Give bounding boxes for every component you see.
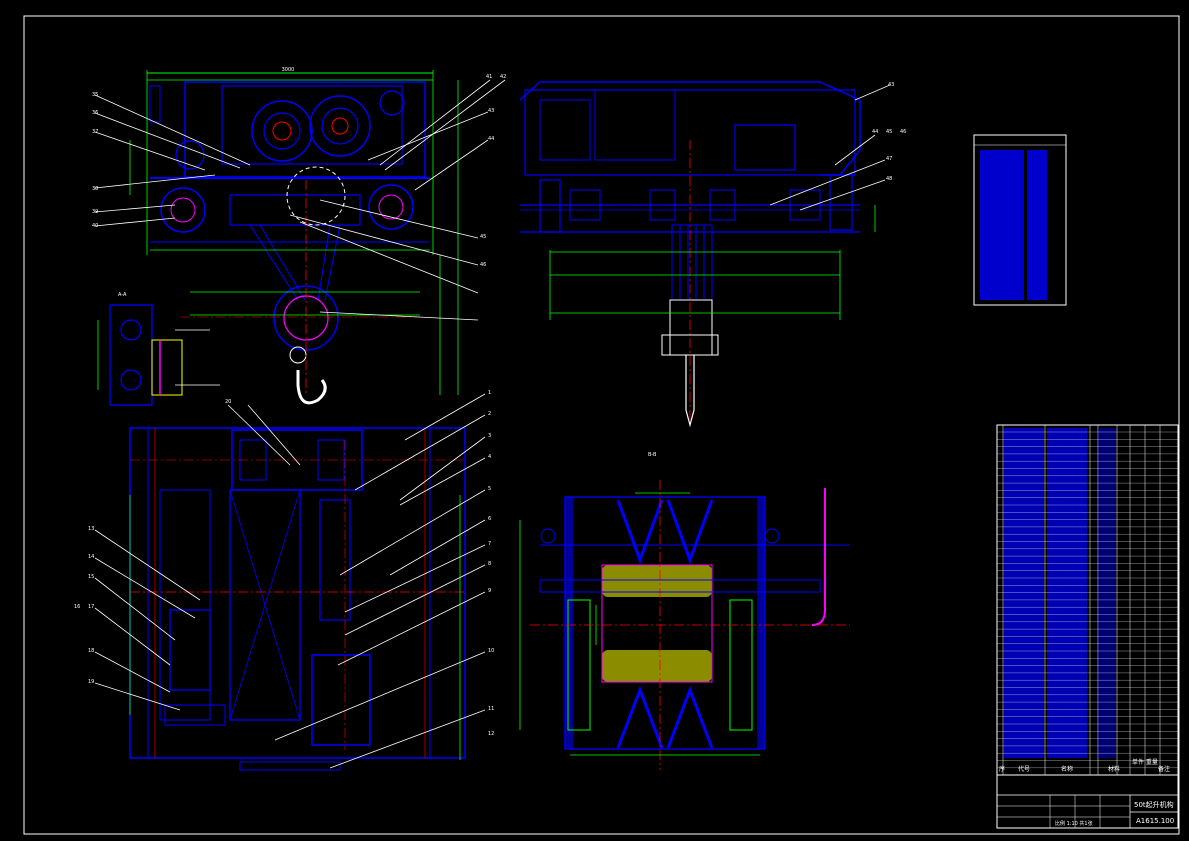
drawing-number: A1615.100 bbox=[1136, 817, 1175, 825]
balloon-labels-plan: 1 2 3 4 5 6 7 8 9 10 11 12 13 14 15 16 1… bbox=[74, 390, 494, 737]
balloon: 47 bbox=[886, 156, 892, 162]
scale-info: 比例 1:10 共1张 bbox=[1055, 821, 1093, 827]
tb-header-material: 材料 bbox=[1108, 766, 1121, 773]
balloon: 7 bbox=[488, 541, 491, 547]
cad-drawing-canvas: 3000 35 36 37 38 39 40 41 42 43 44 45 46… bbox=[23, 15, 1180, 835]
balloon: 11 bbox=[488, 706, 494, 712]
detail-view-aa: A-A bbox=[97, 292, 220, 406]
balloon: 46 bbox=[480, 262, 486, 268]
balloon: 43 bbox=[888, 82, 894, 88]
balloon: 6 bbox=[488, 516, 491, 522]
balloon: 16 bbox=[74, 604, 80, 610]
tb-header-weight: 单件 重量 bbox=[1132, 759, 1158, 766]
balloon: 39 bbox=[92, 209, 98, 215]
balloon: 19 bbox=[88, 679, 94, 685]
balloon: 18 bbox=[88, 648, 94, 654]
tb-header-name: 名称 bbox=[1061, 766, 1074, 773]
front-elevation-view bbox=[519, 81, 891, 428]
balloon: 15 bbox=[88, 574, 94, 580]
balloon: 1 bbox=[488, 390, 491, 396]
balloon: 14 bbox=[88, 554, 94, 560]
balloon: 20 bbox=[225, 399, 231, 405]
balloon: 43 bbox=[488, 108, 494, 114]
side-elevation-view: 3000 bbox=[94, 67, 506, 405]
balloon: 42 bbox=[500, 74, 506, 80]
balloon: 8 bbox=[488, 561, 491, 567]
detail-label: A-A bbox=[118, 292, 127, 298]
balloon: 41 bbox=[486, 74, 492, 80]
balloon: 44 bbox=[488, 136, 494, 142]
sheave-section-view: B-B bbox=[519, 452, 850, 770]
balloon: 36 bbox=[92, 110, 98, 116]
balloon: 9 bbox=[488, 588, 491, 594]
plan-view bbox=[94, 393, 486, 771]
balloon: 10 bbox=[488, 648, 494, 654]
balloon-labels-right-top: 43 44 45 46 47 48 bbox=[872, 82, 906, 182]
balloon: 3 bbox=[488, 433, 491, 439]
balloon-labels-left: 35 36 37 38 39 40 41 42 43 44 45 46 bbox=[92, 74, 506, 268]
balloon: 12 bbox=[488, 731, 494, 737]
balloon: 35 bbox=[92, 92, 98, 98]
balloon: 17 bbox=[88, 604, 94, 610]
svg-text:3000: 3000 bbox=[282, 67, 295, 73]
balloon: 38 bbox=[92, 186, 98, 192]
balloon: 45 bbox=[480, 234, 486, 240]
tb-header-remark: 备注 bbox=[1158, 766, 1171, 773]
balloon: 5 bbox=[488, 486, 491, 492]
balloon: 40 bbox=[92, 223, 98, 229]
tb-header-code: 代号 bbox=[1018, 766, 1031, 773]
technical-requirements-box bbox=[973, 134, 1067, 306]
drawing-name: 50t起升机构 bbox=[1134, 801, 1174, 809]
sheave-label: B-B bbox=[648, 452, 657, 458]
balloon: 48 bbox=[886, 176, 892, 182]
tb-header-seq: 序 bbox=[999, 766, 1006, 773]
balloon: 13 bbox=[88, 526, 94, 532]
balloon: 4 bbox=[488, 454, 491, 460]
balloon: 2 bbox=[488, 411, 491, 417]
balloon: 46 bbox=[900, 129, 906, 135]
balloon: 45 bbox=[886, 129, 892, 135]
balloon: 37 bbox=[92, 129, 98, 135]
balloon: 44 bbox=[872, 129, 878, 135]
